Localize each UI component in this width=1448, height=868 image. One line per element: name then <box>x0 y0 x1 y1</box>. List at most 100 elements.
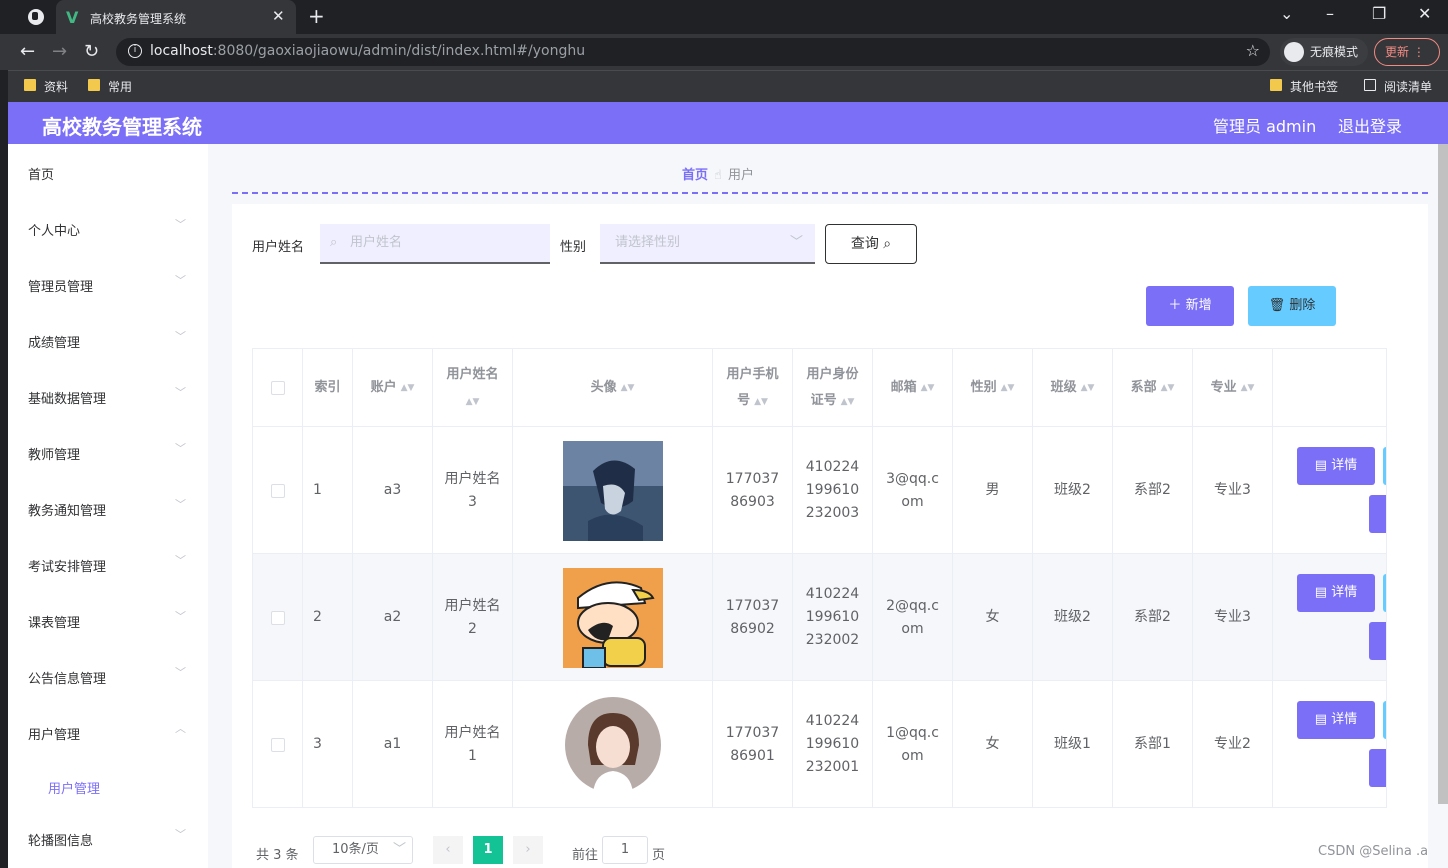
sort-icon[interactable]: ▲▼ <box>841 397 855 407</box>
detail-button[interactable]: ▤ 详情 <box>1297 574 1375 612</box>
bookmark-folder-other[interactable]: 其他书签 <box>1270 78 1338 95</box>
cell-class: 班级2 <box>1033 427 1113 554</box>
page-vertical-scrollbar[interactable] <box>1438 144 1448 804</box>
sidebar-item-notices[interactable]: 教务通知管理 ﹀ <box>8 480 208 536</box>
restore-icon[interactable]: ❐ <box>1372 4 1386 23</box>
col-account[interactable]: 账户 ▲▼ <box>353 349 433 427</box>
close-window-icon[interactable]: ✕ <box>1418 4 1431 23</box>
breadcrumb-home[interactable]: 首页 <box>682 168 708 183</box>
row-checkbox[interactable] <box>270 610 285 625</box>
detail-button[interactable]: ▤ 详情 <box>1297 447 1375 485</box>
col-dept[interactable]: 系部 ▲▼ <box>1113 349 1193 427</box>
next-page-button[interactable]: › <box>513 836 543 864</box>
sidebar-item-home[interactable]: 首页 <box>8 144 208 200</box>
col-email[interactable]: 邮箱 ▲▼ <box>873 349 953 427</box>
sidebar-item-teachers[interactable]: 教师管理 ﹀ <box>8 424 208 480</box>
row-delete-button[interactable] <box>1369 495 1386 533</box>
sidebar-item-users[interactable]: 用户管理 ︿ <box>8 704 208 760</box>
sort-icon[interactable]: ▲▼ <box>921 375 935 401</box>
add-button[interactable]: ＋ 新增 <box>1146 286 1234 326</box>
update-button[interactable]: 更新 ⋮ <box>1374 38 1440 66</box>
table-row: 2 a2 用户姓名2 17703786902 41022419961023200… <box>253 554 1386 681</box>
sidebar: 首页 个人中心 ﹀ 管理员管理 ﹀ 成绩管理 ﹀ 基础数据管理 ﹀ 教师管理 ﹀ 教务通知… <box>8 144 208 868</box>
forward-icon[interactable]: → <box>52 41 67 62</box>
minimize-icon[interactable]: – <box>1326 4 1334 23</box>
edit-button[interactable] <box>1383 701 1386 739</box>
col-idcard[interactable]: 用户身份证号 ▲▼ <box>793 349 873 427</box>
sidebar-item-exams[interactable]: 考试安排管理 ﹀ <box>8 536 208 592</box>
sidebar-item-label: 成绩管理 <box>28 336 81 351</box>
sidebar-item-basedata[interactable]: 基础数据管理 ﹀ <box>8 368 208 424</box>
col-name[interactable]: 用户姓名 ▲▼ <box>433 349 513 427</box>
name-input-placeholder: 用户姓名 <box>350 235 403 250</box>
bookmark-folder[interactable]: 资料 <box>24 78 68 95</box>
chevron-down-icon: ﹀ <box>175 666 186 679</box>
cell-email-text: 2@qq.com <box>886 597 939 637</box>
sort-icon[interactable]: ▲▼ <box>1241 375 1255 401</box>
table-row: 1 a3 用户姓名3 17703786903 41022419961023200… <box>253 427 1386 554</box>
row-checkbox[interactable] <box>270 483 285 498</box>
sidebar-item-profile[interactable]: 个人中心 ﹀ <box>8 200 208 256</box>
cell-name-text: 用户姓名3 <box>444 470 501 510</box>
sidebar-subitem-users[interactable]: 用户管理 <box>48 778 100 797</box>
tab-close-icon[interactable]: ✕ <box>272 7 285 25</box>
sidebar-item-admins[interactable]: 管理员管理 ﹀ <box>8 256 208 312</box>
cell-email: 3@qq.com <box>873 427 953 554</box>
bookmark-star-icon[interactable]: ☆ <box>1246 41 1260 60</box>
reload-icon[interactable]: ↻ <box>84 41 99 62</box>
incognito-icon <box>1284 42 1304 62</box>
sidebar-item-grades[interactable]: 成绩管理 ﹀ <box>8 312 208 368</box>
sort-icon[interactable]: ▲▼ <box>466 397 480 407</box>
cell-major: 专业3 <box>1193 554 1273 681</box>
cell-idcard-text: 410224199610232002 <box>805 586 860 648</box>
sidebar-item-schedule[interactable]: 课表管理 ﹀ <box>8 592 208 648</box>
sort-icon[interactable]: ▲▼ <box>1081 375 1095 401</box>
name-search-input[interactable]: ⌕ 用户姓名 <box>320 224 550 264</box>
page-size-select[interactable]: 10条/页 ﹀ <box>313 836 413 864</box>
gender-select[interactable]: 请选择性别 ﹀ <box>600 224 815 264</box>
tab-search-icon[interactable]: ⌄ <box>1280 4 1293 23</box>
col-avatar[interactable]: 头像 ▲▼ <box>513 349 713 427</box>
query-button[interactable]: 查询 ⌕ <box>825 224 917 264</box>
page-number-current[interactable]: 1 <box>473 836 503 864</box>
info-icon[interactable]: i <box>128 44 142 58</box>
detail-button[interactable]: ▤ 详情 <box>1297 701 1375 739</box>
address-bar[interactable]: i localhost:8080/gaoxiaojiaowu/admin/dis… <box>116 38 1270 66</box>
col-header-label: 系部 <box>1130 380 1157 395</box>
cell-index: 2 <box>303 554 353 681</box>
row-delete-button[interactable] <box>1369 622 1386 660</box>
col-phone[interactable]: 用户手机号 ▲▼ <box>713 349 793 427</box>
sort-icon[interactable]: ▲▼ <box>1161 375 1175 401</box>
edit-button[interactable] <box>1383 574 1386 612</box>
bookmark-label: 其他书签 <box>1290 80 1339 94</box>
new-tab-icon[interactable]: + <box>308 4 325 28</box>
sidebar-item-carousel[interactable]: 轮播图信息 ﹀ <box>8 810 208 866</box>
trash-icon: 🗑 <box>1268 298 1286 313</box>
detail-label: 详情 <box>1331 458 1358 473</box>
col-class[interactable]: 班级 ▲▼ <box>1033 349 1113 427</box>
col-major[interactable]: 专业 ▲▼ <box>1193 349 1273 427</box>
reading-list[interactable]: 阅读清单 <box>1364 78 1432 95</box>
row-delete-button[interactable] <box>1369 749 1386 787</box>
sidebar-item-announcements[interactable]: 公告信息管理 ﹀ <box>8 648 208 704</box>
delete-button[interactable]: 🗑 删除 <box>1248 286 1336 326</box>
sort-icon[interactable]: ▲▼ <box>401 375 415 401</box>
col-gender[interactable]: 性别 ▲▼ <box>953 349 1033 427</box>
sort-icon[interactable]: ▲▼ <box>1001 375 1015 401</box>
row-checkbox[interactable] <box>270 737 285 752</box>
prev-page-button[interactable]: ‹ <box>433 836 463 864</box>
name-filter-label: 用户姓名 <box>252 240 305 255</box>
sort-icon[interactable]: ▲▼ <box>621 375 635 401</box>
back-icon[interactable]: ← <box>20 41 35 62</box>
sidebar-item-label: 用户管理 <box>28 728 81 743</box>
sort-icon[interactable]: ▲▼ <box>754 397 768 407</box>
document-icon: ▤ <box>1314 458 1328 473</box>
logout-link[interactable]: 退出登录 <box>1338 113 1402 137</box>
cell-email: 1@qq.com <box>873 681 953 807</box>
goto-page-input[interactable]: 1 <box>602 836 648 864</box>
edit-button[interactable] <box>1383 447 1386 485</box>
select-all-checkbox[interactable] <box>270 381 285 395</box>
incognito-badge[interactable]: 无痕模式 <box>1280 38 1368 66</box>
bookmark-folder[interactable]: 常用 <box>88 78 132 95</box>
cell-major: 专业3 <box>1193 427 1273 554</box>
